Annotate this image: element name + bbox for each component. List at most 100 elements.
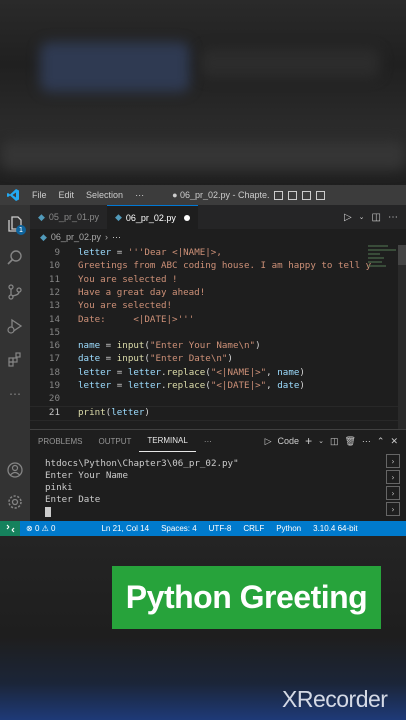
kill-terminal-trash-icon[interactable]: 🗑 [344,436,355,447]
breadcrumb: ◆ 06_pr_02.py › ⋯ [40,231,121,243]
code-line[interactable]: 18 letter = letter.replace("<|NAME|>", na… [30,366,305,379]
language-mode[interactable]: Python [270,524,307,533]
tab-terminal[interactable]: TERMINAL [139,430,196,452]
menu-file[interactable]: File [26,190,53,200]
line-number: 18 [48,366,60,378]
terminal-instance-icon[interactable]: › [386,502,400,516]
indentation[interactable]: Spaces: 4 [155,524,203,533]
code-text: print(letter) [78,406,150,418]
extensions-icon[interactable] [0,345,30,375]
code-line[interactable]: 11 You are selected ! [30,273,178,286]
code-line[interactable]: 17 date = input("Enter Date\n") [30,352,233,365]
editor-tabs: ◆ 05_pr_01.py ◆ 06_pr_02.py ▷ ⌄ ◫ ⋯ [30,205,406,229]
code-line[interactable]: 20 [30,392,60,405]
run-python-file-icon[interactable]: ▷ [344,212,352,223]
cursor-position[interactable]: Ln 21, Col 14 [95,524,155,533]
code-text: date = input("Enter Date\n") [78,353,233,365]
code-text: Date: <|DATE|>''' [78,313,195,325]
error-count: 0 [34,524,40,533]
customize-layout-icon[interactable] [316,190,326,200]
terminal-line: Enter Date [45,494,101,505]
vscode-logo-icon [0,189,26,201]
run-dropdown-chevron-icon[interactable]: ⌄ [359,213,365,221]
encoding[interactable]: UTF-8 [203,524,238,533]
remote-icon[interactable] [0,521,20,536]
line-number: 14 [48,313,60,325]
status-bar: ⊗ 0 ⚠ 0 Ln 21, Col 14 Spaces: 4 UTF-8 CR… [0,521,406,536]
error-icon: ⊗ [26,524,33,533]
line-number: 19 [48,380,60,391]
line-number: 15 [48,326,60,338]
unsaved-dot-icon[interactable] [183,214,190,221]
run-debug-icon[interactable] [0,311,30,341]
line-number: 17 [48,353,60,365]
split-editor-icon[interactable]: ◫ [372,212,381,223]
terminal-list: › › › › [386,454,400,518]
code-line[interactable]: 14 Date: <|DATE|>''' [30,313,194,326]
end-of-line[interactable]: CRLF [237,524,270,533]
terminal-instance-icon[interactable]: › [386,486,400,500]
tab-output[interactable]: OUTPUT [90,430,139,452]
terminal-instance-icon[interactable]: › [386,470,400,484]
more-actions-icon[interactable]: ⋯ [388,212,398,223]
code-line[interactable]: 15 [30,326,60,339]
explorer-icon[interactable]: 1 [0,209,30,239]
source-control-icon[interactable] [0,277,30,307]
maximize-panel-icon[interactable]: ⌃ [377,436,385,447]
split-terminal-icon[interactable]: ◫ [330,436,339,447]
code-line[interactable]: 21 print(letter) [30,406,150,419]
terminal-shell-label[interactable]: Code [278,436,300,446]
editor-scrollbar[interactable] [398,245,406,429]
settings-gear-icon[interactable] [0,487,30,517]
python-file-icon: ◆ [114,212,122,222]
account-icon[interactable] [0,455,30,485]
tab-more[interactable]: ⋯ [196,430,220,452]
terminal-cursor [45,506,51,517]
more-views-icon[interactable]: ⋯ [0,379,30,409]
terminal-output[interactable]: htdocs\Python\Chapter3\06_pr_02.py" Ente… [45,458,365,518]
terminal-shell-icon: ▷ [264,435,272,446]
menu-selection[interactable]: Selection [80,190,129,200]
line-number: 21 [48,406,60,418]
minimap[interactable] [368,245,398,305]
line-number: 11 [48,273,60,285]
code-line[interactable]: 10 Greetings from ABC coding house. I am … [30,259,371,272]
code-line[interactable]: 16 name = input("Enter Your Name\n") [30,339,261,352]
toggle-secondary-sidebar-icon[interactable] [302,190,312,200]
toggle-sidebar-icon[interactable] [274,190,284,200]
more-actions-icon[interactable]: ⋯ [362,436,371,447]
tab-05-pr-01[interactable]: ◆ 05_pr_01.py [30,205,107,229]
menu-edit[interactable]: Edit [53,190,81,200]
recorder-watermark: XRecorder [282,686,388,712]
python-file-icon: ◆ [38,211,45,222]
code-line[interactable]: 12 Have a great day ahead! [30,286,205,299]
search-icon[interactable] [0,243,30,273]
code-line[interactable]: 13 You are selected! [30,299,172,312]
code-text: Have a great day ahead! [78,286,206,298]
video-title-text: Python Greeting [125,579,368,615]
breadcrumb-file[interactable]: 06_pr_02.py [51,232,101,242]
code-text: letter = '''Dear <|NAME|>, [78,247,222,258]
terminal-instance-icon[interactable]: › [386,454,400,468]
terminal-dropdown-icon[interactable]: ⌄ [318,437,324,445]
tab-06-pr-02[interactable]: ◆ 06_pr_02.py [106,205,198,229]
line-number: 9 [54,247,60,258]
tab-problems[interactable]: PROBLEMS [30,430,90,452]
code-text: You are selected! [78,300,173,312]
code-line[interactable]: 9 letter = '''Dear <|NAME|>, [30,246,221,259]
terminal-line: pinki [45,482,73,493]
code-line[interactable]: 19 letter = letter.replace("<|DATE|>", da… [30,379,305,392]
menu-more[interactable]: ⋯ [129,190,150,201]
python-interpreter[interactable]: 3.10.4 64-bit [307,524,363,533]
problems-status[interactable]: ⊗ 0 ⚠ 0 [20,524,61,533]
explorer-badge: 1 [16,225,26,235]
code-text: Greetings from ABC coding house. I am ha… [78,260,372,272]
code-text: letter = letter.replace("<|NAME|>", name… [78,366,305,378]
new-terminal-plus-icon[interactable]: + [305,434,312,448]
close-panel-icon[interactable]: ✕ [390,436,398,447]
window-title: ● 06_pr_02.py - Chapte... [172,190,271,200]
warning-icon: ⚠ [41,524,49,533]
toggle-panel-icon[interactable] [288,190,298,200]
code-editor[interactable]: 9 letter = '''Dear <|NAME|>, 10 Greetings f… [30,245,406,429]
line-number: 16 [48,340,60,352]
